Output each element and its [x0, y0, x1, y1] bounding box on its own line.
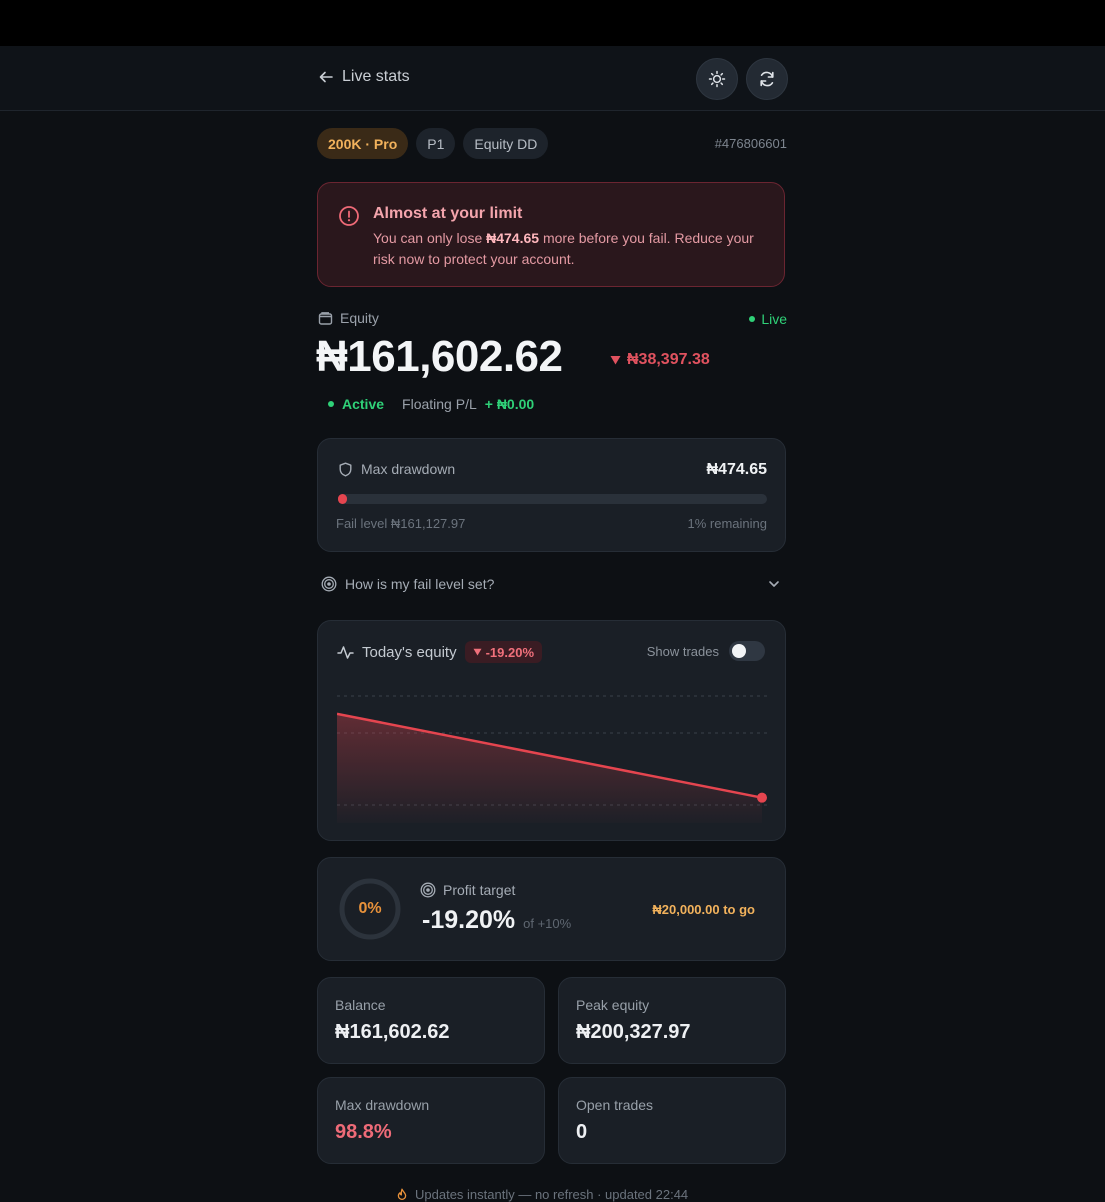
shield-icon [339, 462, 352, 476]
stat-label: Open trades [576, 1097, 654, 1113]
profit-target-value: -19.20% of +10% [422, 906, 571, 935]
limit-alert: Almost at your limit You can only lose ₦… [317, 182, 785, 287]
rule-chip: Equity DD [463, 128, 549, 159]
equity-change: ₦38,397.38 [610, 351, 710, 369]
balance-card: Balance ₦161,602.62 [317, 977, 545, 1064]
alert-title: Almost at your limit [373, 205, 523, 222]
drawdown-label: Max drawdown [338, 461, 455, 477]
equity-change-value: ₦38,397.38 [627, 351, 710, 368]
status-dot [328, 401, 334, 407]
alert-circle-icon [339, 206, 359, 226]
live-indicator: Live [749, 311, 787, 327]
status-text: Active [342, 396, 385, 412]
todays-equity-card: Today's equity -19.20% Show trades [317, 620, 786, 841]
drawdown-label-text: Max drawdown [361, 461, 456, 477]
floating-pl-label: Floating P/L [402, 396, 477, 412]
show-trades-toggle[interactable] [729, 641, 765, 661]
theme-toggle-button[interactable] [696, 58, 738, 100]
refresh-button[interactable] [746, 58, 788, 100]
flame-icon [397, 1188, 407, 1200]
arrow-left-icon [319, 71, 333, 83]
stat-label: Balance [335, 997, 386, 1013]
profit-target-to-go: ₦20,000.00 to go [652, 902, 755, 917]
refresh-icon [760, 71, 774, 87]
stat-value: 98.8% [335, 1121, 392, 1143]
drawdown-progress-track [338, 494, 767, 504]
sun-icon [708, 70, 726, 88]
triangle-down-icon [473, 648, 482, 656]
stat-label: Peak equity [576, 997, 650, 1013]
alert-message: You can only lose ₦474.65 more before yo… [373, 228, 768, 270]
status-badge: Active [328, 396, 384, 412]
phase-chip: P1 [416, 128, 456, 159]
profit-target-card: 0% Profit target -19.20% of +10% ₦20,000… [317, 857, 786, 961]
chevron-down-icon [769, 581, 779, 587]
chart-title: Today's equity [362, 643, 457, 661]
target-icon [321, 576, 337, 592]
live-text: Live [761, 311, 787, 327]
page-title: Live stats [342, 68, 410, 85]
triangle-down-icon [610, 356, 621, 365]
stat-value: 0 [576, 1121, 588, 1143]
equity-label-text: Equity [340, 310, 379, 326]
chart-change-value: -19.20% [485, 644, 535, 660]
max-drawdown-card: Max drawdown ₦474.65 Fail level ₦161,127… [317, 438, 786, 552]
equity-chart [337, 695, 768, 823]
max-drawdown-stat-card: Max drawdown 98.8% [317, 1077, 545, 1164]
stat-value: ₦161,602.62 [335, 1021, 450, 1043]
show-trades-label: Show trades [646, 643, 719, 659]
chart-change-badge: -19.20% [464, 641, 543, 663]
status-row: Active Floating P/L + ₦0.00 [328, 396, 534, 412]
stat-value: ₦200,327.97 [576, 1021, 691, 1043]
toggle-knob [732, 644, 746, 658]
account-chips: 200K · Pro P1 Equity DD [317, 128, 549, 159]
wallet-icon [318, 311, 333, 325]
stat-label: Max drawdown [335, 1097, 430, 1113]
top-status-strip [0, 0, 1105, 46]
live-dot [749, 316, 756, 322]
floating-pl-value: + ₦0.00 [484, 396, 535, 412]
peak-equity-card: Peak equity ₦200,327.97 [558, 977, 786, 1064]
back-button[interactable]: Live stats [318, 68, 410, 86]
alert-message-pre: You can only lose [373, 230, 487, 246]
profit-target-goal: of +10% [523, 916, 572, 931]
top-bar [0, 46, 1105, 111]
fail-level-faq[interactable]: How is my fail level set? [321, 576, 781, 592]
equity-area [337, 713, 762, 823]
alert-amount: ₦474.65 [486, 230, 540, 246]
drawdown-remaining: 1% remaining [687, 516, 768, 531]
account-id: #476806601 [714, 136, 787, 151]
equity-label: Equity [318, 310, 379, 326]
plan-chip: 200K · Pro [317, 128, 409, 159]
target-icon [420, 882, 436, 898]
profit-target-pct: -19.20% [422, 906, 516, 934]
equity-value: ₦161,602.62 [316, 332, 563, 381]
activity-icon [337, 645, 354, 659]
faq-label: How is my fail level set? [345, 576, 495, 592]
profit-target-label-text: Profit target [443, 882, 516, 898]
drawdown-value: ₦474.65 [706, 461, 768, 478]
open-trades-card: Open trades 0 [558, 1077, 786, 1164]
fail-level: Fail level ₦161,127.97 [336, 516, 466, 531]
drawdown-progress-fill [338, 494, 347, 504]
ring-label: 0% [358, 900, 382, 917]
show-trades-control: Show trades [647, 641, 765, 661]
profit-target-label: Profit target [420, 882, 515, 898]
equity-endpoint [757, 792, 767, 803]
chart-header: Today's equity -19.20% [337, 641, 543, 663]
